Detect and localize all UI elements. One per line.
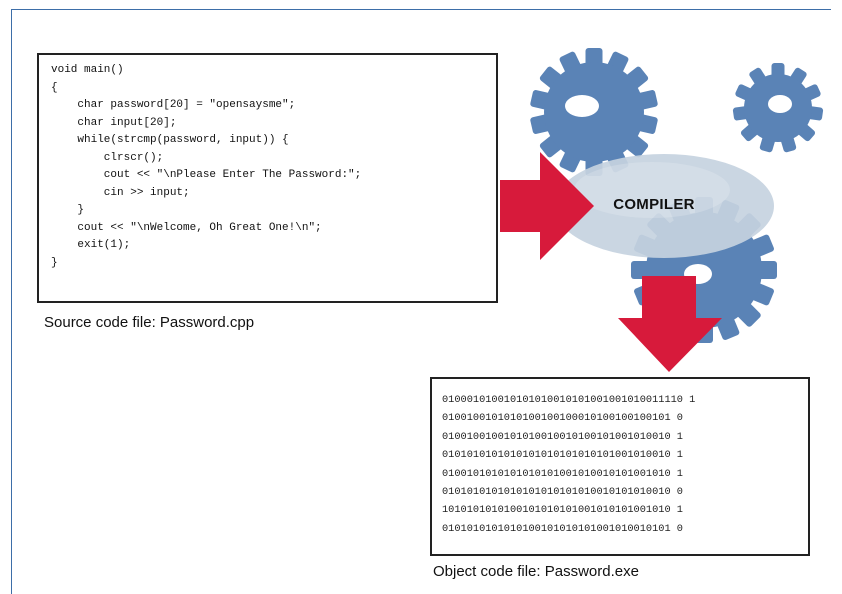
code-line: } — [51, 204, 85, 216]
code-line: char input[20]; — [51, 116, 177, 129]
object-code-text: 010001010010101010010101001001010011110 … — [442, 391, 808, 538]
code-line: cin >> input; — [51, 186, 190, 199]
binary-line: 0101010101010101010101010010101010010 0 — [442, 486, 683, 499]
code-line: exit(1); — [51, 239, 131, 251]
frame-left-border — [11, 9, 12, 594]
output-arrow — [618, 276, 722, 372]
code-line: clrscr(); — [51, 151, 164, 164]
code-line: } — [51, 256, 58, 269]
code-line: void main() — [51, 64, 124, 76]
code-line: cout << "\nWelcome, Oh Great One!\n"; — [51, 221, 322, 234]
binary-line: 0100101010101010101001010010101001010 1 — [442, 467, 683, 480]
binary-line: 0101010101010101010101010101001010010 1 — [442, 449, 683, 462]
source-caption: Source code file: Password.cpp — [44, 314, 255, 331]
object-caption: Object code file: Password.exe — [433, 563, 639, 580]
compiler-label: COMPILER — [613, 196, 695, 213]
binary-line: 0100100100101010010010100101001010010 1 — [442, 430, 683, 443]
input-arrow — [500, 152, 594, 260]
binary-line: 010001010010101010010101001001010011110 … — [442, 394, 696, 406]
code-line: while(strcmp(password, input)) { — [51, 134, 289, 146]
code-line: { — [51, 81, 58, 94]
code-line: cout << "\nPlease Enter The Password:"; — [51, 169, 362, 181]
binary-line: 0101010101010100101010101001010010101 0 — [442, 522, 683, 535]
binary-line: 0100100101010100100100010100100100101 0 — [442, 412, 683, 425]
object-code-box: 010001010010101010010101001001010011110 … — [430, 377, 810, 556]
gear-top-right — [732, 63, 824, 153]
source-code-text: void main() { char password[20] = "opens… — [39, 55, 496, 272]
frame-top-border — [11, 9, 831, 10]
code-line: char password[20] = "opensaysme"; — [51, 99, 296, 111]
binary-line: 1010101010100101010101001010101001010 1 — [442, 504, 683, 517]
source-code-box: void main() { char password[20] = "opens… — [37, 53, 498, 303]
